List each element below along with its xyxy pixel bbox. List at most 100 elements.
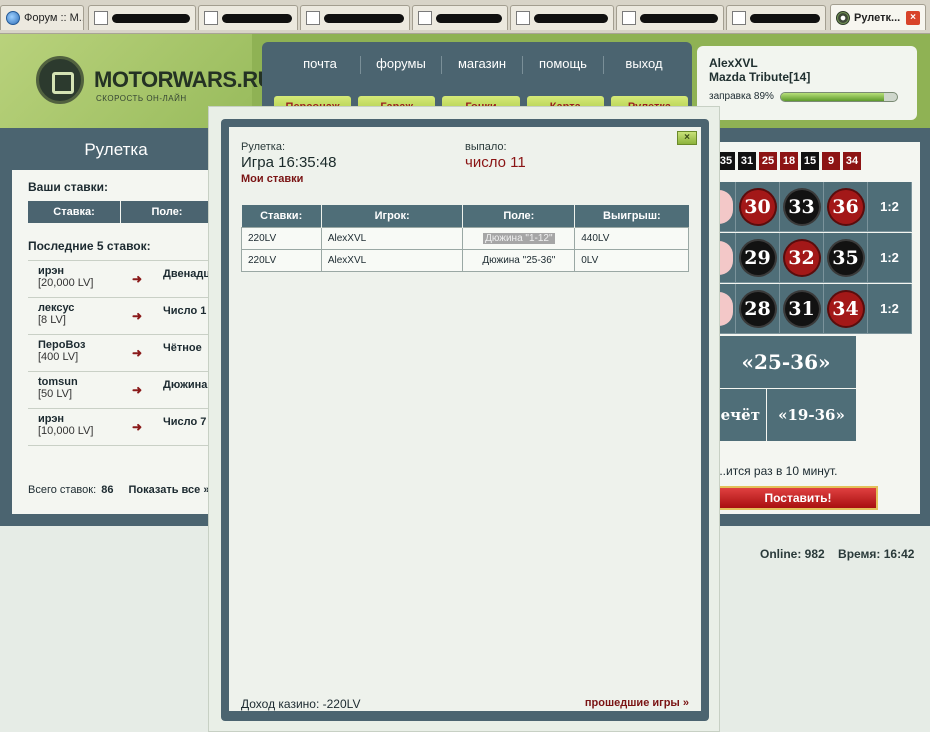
roulette-table: 35 31 25 18 15 9 34 30 33 36 1:2 29 32 35 1:2 28 31 34 1:… xyxy=(708,142,920,514)
partial-number xyxy=(718,291,733,326)
game-time: Игра 16:35:48 xyxy=(241,154,337,171)
my-bets-link[interactable]: Мои ставки xyxy=(241,173,303,185)
fuel-row: заправка 89% xyxy=(709,91,905,102)
col-field: Поле: xyxy=(462,205,576,227)
grid-row: 28 31 34 1:2 xyxy=(716,284,912,334)
online-count: Online: 982 xyxy=(760,547,825,561)
dropped-number: число 11 xyxy=(465,154,526,171)
browser-tab-active[interactable]: Рулетк... × xyxy=(830,4,926,30)
col-win: Выигрыш: xyxy=(574,205,689,227)
cell-player[interactable]: AlexXVL xyxy=(320,248,464,272)
number-cell[interactable]: 35 xyxy=(824,233,868,283)
last-bets-heading: Последние 5 ставок: xyxy=(28,239,151,253)
redacted-tab-title xyxy=(750,13,820,23)
browser-tab[interactable] xyxy=(726,5,826,30)
odd-button[interactable]: Нечёт xyxy=(716,389,766,441)
odd-label: Нечёт xyxy=(716,406,760,424)
nav-item[interactable]: выход xyxy=(604,56,684,74)
number-cell[interactable]: 33 xyxy=(780,182,824,232)
cell-bet: 220LV xyxy=(241,226,322,250)
tab-label: Форум :: М... xyxy=(24,12,84,24)
number-cell[interactable]: 29 xyxy=(736,233,780,283)
number-cell[interactable]: 31 xyxy=(780,284,824,334)
browser-tab[interactable] xyxy=(412,5,508,30)
half-19-36-button[interactable]: «19-36» xyxy=(767,389,856,441)
column-bet-cell[interactable]: 1:2 xyxy=(868,233,912,283)
col-field: Поле: xyxy=(121,201,214,223)
page-icon xyxy=(732,11,746,25)
list-item: ирэн [10,000 LV] ➜ Число 7 xyxy=(28,409,214,446)
grid-row: 30 33 36 1:2 xyxy=(716,182,912,232)
redacted-tab-title xyxy=(112,13,190,23)
history-number: 31 xyxy=(738,152,756,170)
logo-title: MOTORWARS.RU xyxy=(94,67,273,92)
number-chip: 29 xyxy=(740,240,775,275)
number-chip: 31 xyxy=(784,291,819,326)
place-bet-button[interactable]: Поставить! xyxy=(718,486,878,510)
nav-item[interactable]: почта xyxy=(280,56,361,74)
nav-item[interactable]: помощь xyxy=(523,56,604,74)
your-bets-heading: Ваши ставки: xyxy=(28,180,109,194)
fuel-fill xyxy=(780,92,885,101)
user-info: AlexXVL Mazda Tribute[14] заправка 89% xyxy=(697,46,917,120)
number-cell[interactable]: 32 xyxy=(780,233,824,283)
number-cell[interactable]: 28 xyxy=(736,284,780,334)
number-cell[interactable]: 30 xyxy=(736,182,780,232)
browser-tab[interactable] xyxy=(616,5,724,30)
fuel-bar xyxy=(779,91,898,102)
number-cell[interactable]: 36 xyxy=(824,182,868,232)
show-all-link[interactable]: Показать все » xyxy=(129,484,210,496)
redacted-tab-title xyxy=(534,13,608,23)
site-favicon-icon xyxy=(836,10,850,25)
browser-tab-bar: Форум :: М... Рулетк... × xyxy=(0,0,930,34)
history-number: 18 xyxy=(780,152,798,170)
arrow-right-icon: ➜ xyxy=(132,383,143,397)
number-cell[interactable]: 34 xyxy=(824,284,868,334)
arrow-right-icon: ➜ xyxy=(132,272,143,286)
history-number: 25 xyxy=(759,152,777,170)
history-number: 34 xyxy=(843,152,861,170)
list-item: лексус [8 LV] ➜ Число 1 xyxy=(28,298,214,335)
browser-tab[interactable] xyxy=(510,5,614,30)
your-bets-header: Ставка: Поле: xyxy=(28,201,214,223)
browser-tab[interactable] xyxy=(300,5,410,30)
partial-number xyxy=(718,189,733,224)
history-number: 15 xyxy=(801,152,819,170)
col-bets: Ставки: xyxy=(241,205,322,227)
page-icon xyxy=(622,11,636,25)
cell-field: Дюжина "1-12" xyxy=(462,226,576,250)
nav-item[interactable]: форумы xyxy=(361,56,442,74)
roulette-table-panel: 35 31 25 18 15 9 34 30 33 36 1:2 29 32 35 1:2 28 31 34 1:… xyxy=(700,128,930,526)
fuel-label: заправка 89% xyxy=(709,91,774,102)
number-chip: 32 xyxy=(784,240,819,275)
field-text: Дюжина "25-36" xyxy=(482,254,556,266)
cell-player[interactable]: AlexXVL xyxy=(320,226,464,250)
column-bet-cell[interactable]: 1:2 xyxy=(868,284,912,334)
number-chip: 30 xyxy=(740,189,775,224)
modal-close-button[interactable]: × xyxy=(677,131,697,145)
user-car[interactable]: Mazda Tribute[14] xyxy=(709,70,905,84)
list-item: tomsun [50 LV] ➜ Дюжина "13-24" xyxy=(28,372,243,409)
browser-tab[interactable] xyxy=(198,5,298,30)
tab-close-icon[interactable]: × xyxy=(906,10,920,25)
cell-win: 440LV xyxy=(574,226,689,250)
previous-games-link[interactable]: прошедшие игры » xyxy=(585,697,689,709)
tab-label: Рулетк... xyxy=(854,11,901,24)
column-bet-cell[interactable]: 1:2 xyxy=(868,182,912,232)
browser-tab[interactable]: Форум :: М... xyxy=(0,5,84,30)
bets-footer: Всего ставок: 86 Показать все » xyxy=(28,484,209,496)
browser-tab[interactable] xyxy=(88,5,196,30)
bets-content: Ваши ставки: Ставка: Поле: Последние 5 с… xyxy=(12,170,243,514)
dozen-25-36-button[interactable]: «25-36» xyxy=(716,336,856,388)
user-name[interactable]: AlexXVL xyxy=(709,56,905,70)
roulette-label: Рулетка: xyxy=(241,141,286,153)
game-bets-table: Ставки: Игрок: Поле: Выигрыш: 220LV AlexX… xyxy=(241,205,689,272)
col-player: Игрок: xyxy=(321,205,464,227)
page-icon xyxy=(306,11,320,25)
nav-item[interactable]: магазин xyxy=(442,56,523,74)
page-icon xyxy=(204,11,218,25)
list-item: ПероВоз [400 LV] ➜ Чётное xyxy=(28,335,214,372)
total-value: 86 xyxy=(101,484,114,496)
history-number: 9 xyxy=(822,152,840,170)
table-row: 220LV AlexXVL Дюжина "25-36" 0LV xyxy=(241,248,689,272)
